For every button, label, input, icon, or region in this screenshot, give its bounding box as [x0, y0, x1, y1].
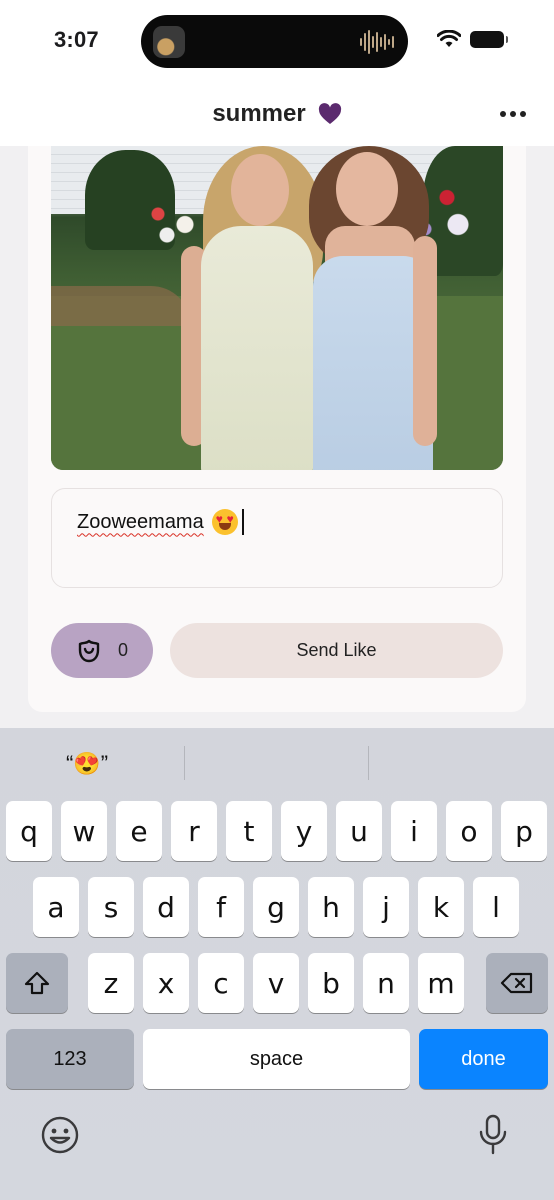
photo-path — [51, 286, 191, 326]
space-key[interactable]: space — [143, 1029, 410, 1089]
like-composer: Zooweemama 0 Send Like — [0, 146, 554, 728]
key-s[interactable]: s — [88, 877, 134, 937]
audio-waveform-icon — [360, 29, 394, 55]
key-p[interactable]: p — [501, 801, 547, 861]
rose-icon — [78, 639, 100, 662]
profile-card: Zooweemama 0 Send Like — [28, 146, 526, 712]
backspace-icon — [500, 972, 533, 994]
key-f[interactable]: f — [198, 877, 244, 937]
send-rose-button[interactable]: 0 — [51, 623, 153, 678]
suggestion-divider — [184, 746, 185, 780]
key-i[interactable]: i — [391, 801, 437, 861]
key-h[interactable]: h — [308, 877, 354, 937]
dynamic-island[interactable] — [141, 15, 408, 68]
predictive-bar: “😍” — [0, 728, 554, 796]
done-key[interactable]: done — [419, 1029, 548, 1089]
key-e[interactable]: e — [116, 801, 162, 861]
wifi-icon — [437, 30, 461, 47]
comment-input[interactable]: Zooweemama — [51, 488, 503, 588]
heart-eyes-emoji-icon — [211, 509, 238, 535]
more-icon-dot — [510, 111, 516, 117]
key-g[interactable]: g — [253, 877, 299, 937]
key-b[interactable]: b — [308, 953, 354, 1013]
profile-name: summer — [212, 100, 306, 127]
numbers-key[interactable]: 123 — [6, 1029, 134, 1089]
key-j[interactable]: j — [363, 877, 409, 937]
status-bar: 3:07 — [0, 0, 554, 84]
profile-title: summer — [0, 100, 554, 128]
dictation-button[interactable] — [471, 1113, 515, 1157]
more-icon-dot — [520, 111, 526, 117]
profile-photo — [51, 146, 503, 470]
key-v[interactable]: v — [253, 953, 299, 1013]
key-z[interactable]: z — [88, 953, 134, 1013]
photo-person — [231, 154, 289, 226]
suggestion-item[interactable]: “😍” — [66, 744, 108, 784]
status-indicators — [437, 30, 508, 48]
key-l[interactable]: l — [473, 877, 519, 937]
more-icon — [500, 111, 506, 117]
key-c[interactable]: c — [198, 953, 244, 1013]
now-playing-artwork — [153, 26, 185, 58]
photo-person — [201, 226, 313, 470]
photo-person — [413, 236, 437, 446]
key-w[interactable]: w — [61, 801, 107, 861]
key-u[interactable]: u — [336, 801, 382, 861]
rose-count: 0 — [117, 640, 128, 660]
key-r[interactable]: r — [171, 801, 217, 861]
emoji-keyboard-icon — [41, 1116, 79, 1154]
status-time: 3:07 — [54, 27, 99, 52]
key-n[interactable]: n — [363, 953, 409, 1013]
key-k[interactable]: k — [418, 877, 464, 937]
suggestion-divider — [368, 746, 369, 780]
photo-person — [336, 152, 398, 226]
more-options-button[interactable] — [498, 104, 528, 124]
microphone-icon — [479, 1114, 507, 1155]
battery-icon — [470, 30, 508, 48]
key-a[interactable]: a — [33, 877, 79, 937]
comment-text-value: Zooweemama — [77, 510, 204, 533]
keyboard: “😍” q w e r t y u i o p a s d f g h j k … — [0, 728, 554, 1200]
key-t[interactable]: t — [226, 801, 272, 861]
comment-text: Zooweemama — [77, 509, 244, 535]
key-y[interactable]: y — [281, 801, 327, 861]
send-like-button[interactable]: Send Like — [170, 623, 503, 678]
backspace-key[interactable] — [486, 953, 548, 1013]
text-cursor — [241, 509, 244, 535]
shift-key[interactable] — [6, 953, 68, 1013]
key-q[interactable]: q — [6, 801, 52, 861]
key-m[interactable]: m — [418, 953, 464, 1013]
emoji-keyboard-button[interactable] — [38, 1113, 82, 1157]
conversation-header: summer — [0, 84, 554, 146]
heart-icon — [318, 103, 341, 124]
key-o[interactable]: o — [446, 801, 492, 861]
key-d[interactable]: d — [143, 877, 189, 937]
shift-icon — [24, 971, 50, 995]
key-x[interactable]: x — [143, 953, 189, 1013]
